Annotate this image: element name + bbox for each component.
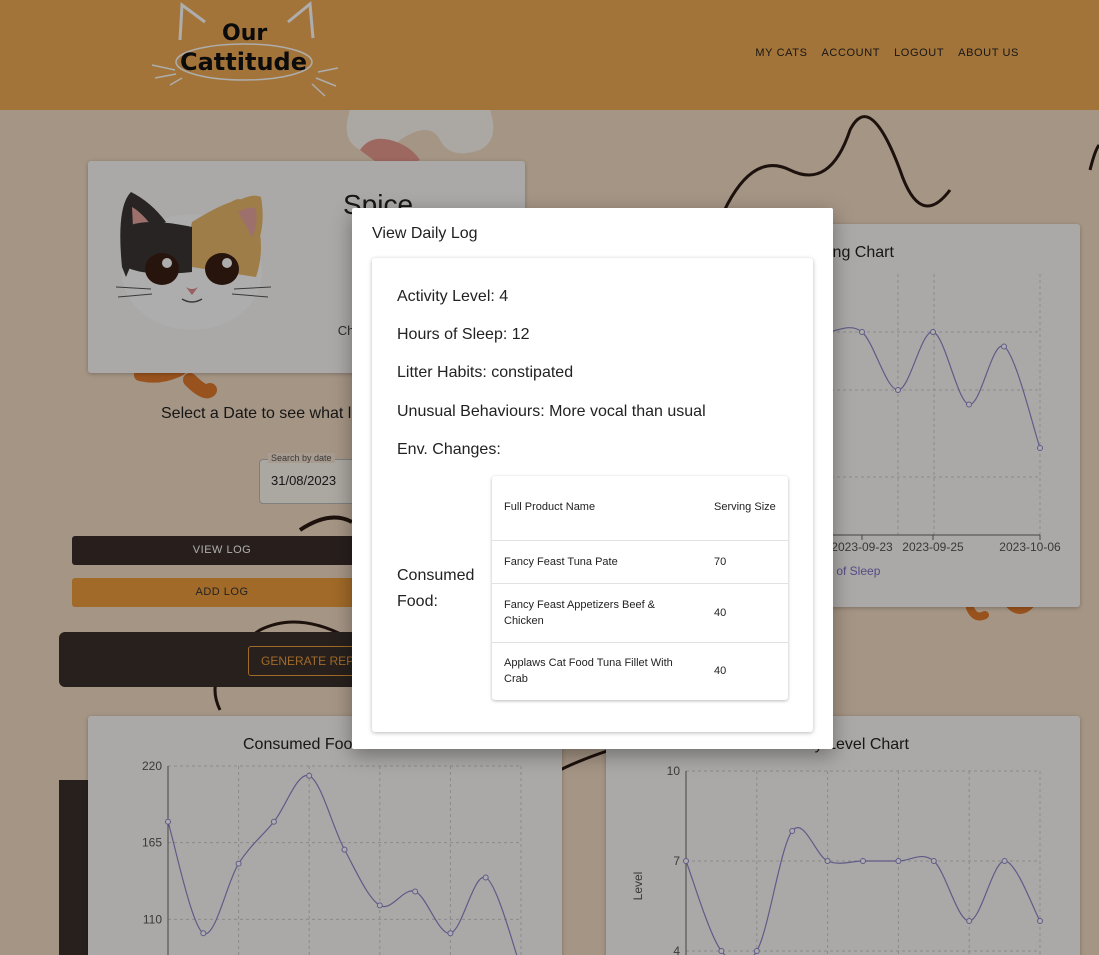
consumed-food-label: Consumed Food: xyxy=(397,567,475,610)
serving-size-cell: 40 xyxy=(714,665,727,678)
table-row: Applaws Cat Food Tuna Fillet With Crab 4… xyxy=(492,642,788,700)
litter-habits: Litter Habits: constipated xyxy=(397,364,574,381)
consumed-food-table: Full Product Name Serving Size Fancy Fea… xyxy=(492,476,788,700)
env-changes: Env. Changes: xyxy=(397,441,501,458)
table-row: Fancy Feast Tuna Pate 70 xyxy=(492,540,788,584)
column-header-serving-size: Serving Size xyxy=(702,476,788,541)
serving-size-cell: 40 xyxy=(702,583,788,643)
table-header-row: Full Product Name Serving Size xyxy=(492,476,788,541)
serving-size-cell: 70 xyxy=(702,540,788,584)
view-daily-log-dialog: View Daily Log Activity Level: 4 Hours o… xyxy=(352,208,833,749)
column-header-product-name: Full Product Name xyxy=(492,476,702,541)
unusual-behaviours: Unusual Behaviours: More vocal than usua… xyxy=(397,403,706,420)
daily-log-card: Activity Level: 4 Hours of Sleep: 12 Lit… xyxy=(372,258,813,732)
activity-level: Activity Level: 4 xyxy=(397,288,509,305)
hours-of-sleep: Hours of Sleep: 12 xyxy=(397,326,530,343)
product-name-cell: Applaws Cat Food Tuna Fillet With Crab xyxy=(504,657,673,686)
table-row: Fancy Feast Appetizers Beef & Chicken 40 xyxy=(492,583,788,643)
product-name-cell: Fancy Feast Tuna Pate xyxy=(492,540,702,584)
product-name-cell: Fancy Feast Appetizers Beef & Chicken xyxy=(492,583,702,643)
dialog-title: View Daily Log xyxy=(372,225,478,242)
